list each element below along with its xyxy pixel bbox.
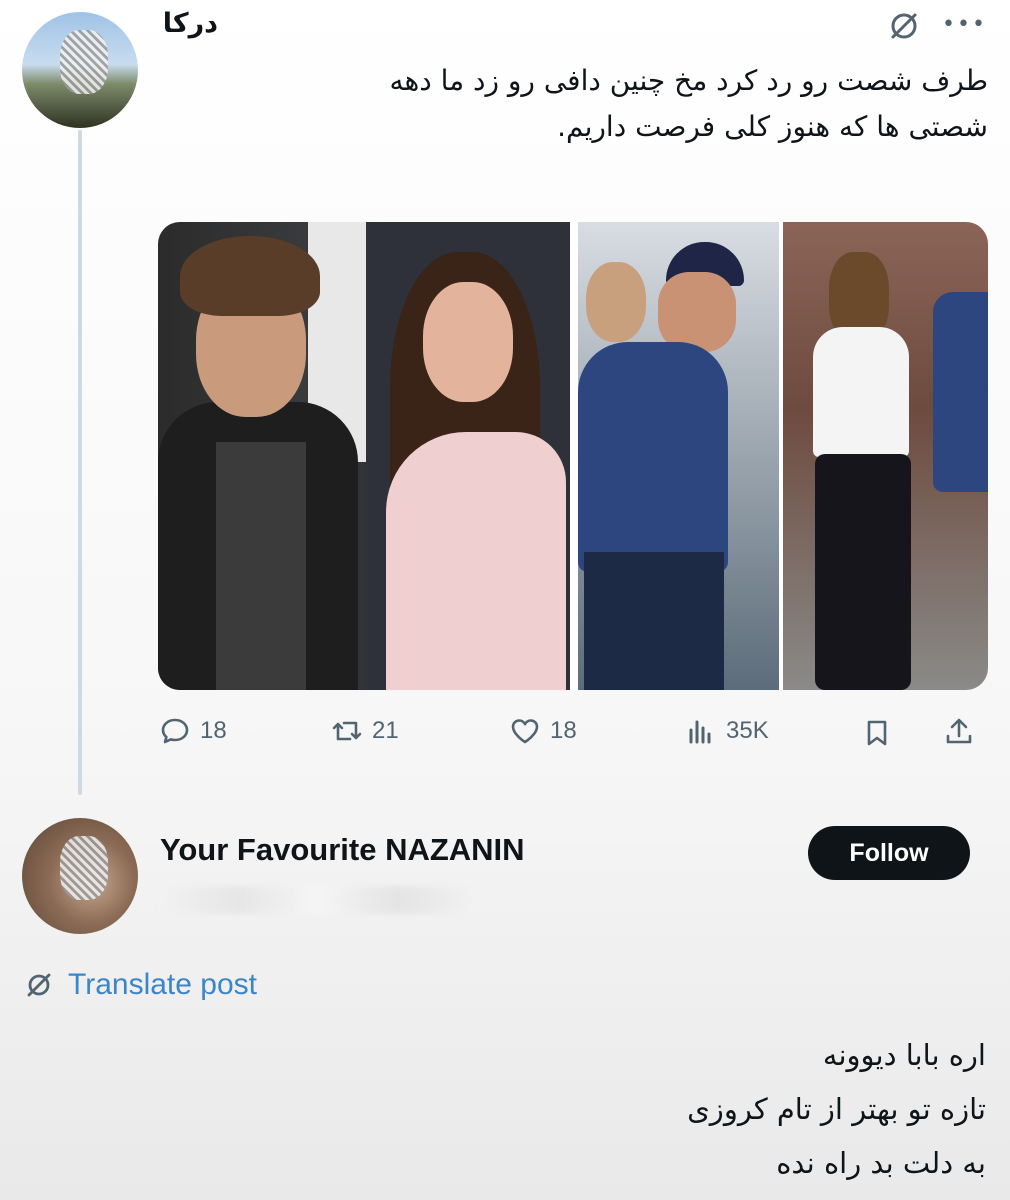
author-name[interactable]: Your Favourite NAZANIN <box>160 832 525 868</box>
repost-count: 21 <box>372 717 399 744</box>
heart-icon <box>511 719 539 744</box>
views-icon <box>689 720 711 744</box>
views-button[interactable]: 35K <box>686 716 769 746</box>
tweet-text-line: شصتی ها که هنوز کلی فرصت داریم. <box>557 110 988 143</box>
translate-icon <box>27 973 51 997</box>
tweet-text: طرف شصت رو رد کرد مخ چنین دافی رو زد ما … <box>160 58 988 150</box>
tweet-text-line: طرف شصت رو رد کرد مخ چنین دافی رو زد ما … <box>389 64 988 97</box>
reply-count: 18 <box>200 717 227 744</box>
share-icon <box>946 718 972 744</box>
photo-street[interactable] <box>578 222 988 690</box>
author-handle-blurred <box>158 886 478 914</box>
translate-post-link[interactable]: Translate post <box>22 968 257 1002</box>
share-button[interactable] <box>944 716 974 746</box>
reply-button[interactable]: 18 <box>160 716 227 746</box>
avatar[interactable] <box>22 12 138 128</box>
avatar[interactable] <box>22 818 138 934</box>
post-text-line: تازه تو بهتر از تام کروزی <box>687 1092 986 1126</box>
follow-button[interactable]: Follow <box>808 826 970 880</box>
avatar-blur <box>60 30 108 94</box>
repost-button[interactable]: 21 <box>332 716 399 746</box>
post-text-line: اره بابا دیوونه <box>822 1038 986 1072</box>
media-grid[interactable] <box>158 222 988 690</box>
repost-icon <box>332 721 362 741</box>
author-name[interactable]: درکا <box>163 8 218 39</box>
like-button[interactable]: 18 <box>510 716 577 746</box>
bookmark-button[interactable] <box>862 718 892 748</box>
more-icon[interactable]: ••• <box>942 12 987 37</box>
grok-icon[interactable] <box>884 6 924 46</box>
avatar-blur <box>60 836 108 900</box>
reply-icon <box>161 718 189 744</box>
photo-street-man <box>578 222 780 690</box>
translate-label[interactable]: Translate post <box>68 968 257 1002</box>
photo-street-woman <box>783 222 988 690</box>
views-count: 35K <box>726 717 769 744</box>
bookmark-icon <box>867 720 887 746</box>
post-text: اره بابا دیوونه تازه تو بهتر از تام کروز… <box>687 1028 986 1190</box>
thread-line <box>78 130 82 795</box>
like-count: 18 <box>550 717 577 744</box>
photo-red-carpet[interactable] <box>158 222 570 690</box>
post-text-line: به دلت بد راه نده <box>776 1146 986 1180</box>
